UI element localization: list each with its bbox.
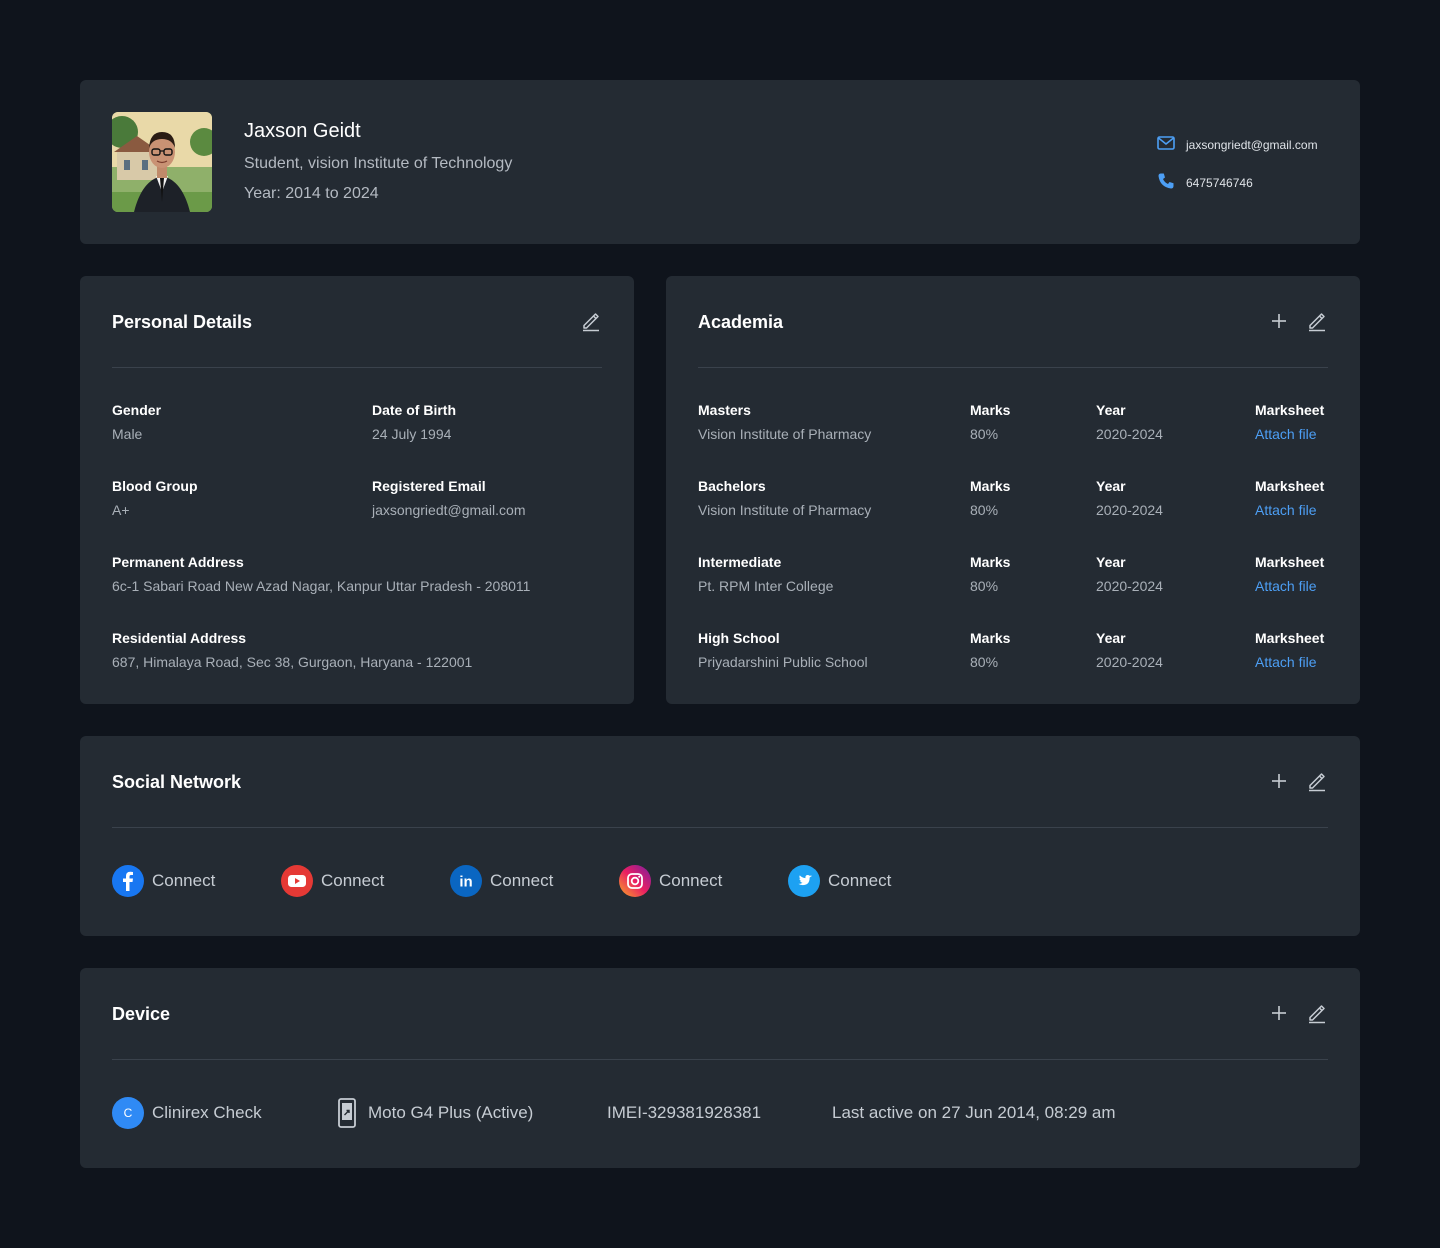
academia-school: Vision Institute of Pharmacy [698,426,872,442]
dob-label: Date of Birth [372,402,456,418]
permanent-address-value: 6c-1 Sabari Road New Azad Nagar, Kanpur … [112,578,531,594]
youtube-icon [281,865,313,897]
avatar [112,112,212,212]
marksheet-label: Marksheet [1255,630,1325,646]
device-last-active: Last active on 27 Jun 2014, 08:29 am [832,1103,1116,1122]
attach-file-link[interactable]: Attach file [1255,426,1316,442]
profile-year: Year: 2014 to 2024 [244,185,379,202]
profile-name: Jaxson Geidt [244,120,361,142]
academia-title: Academia [698,312,784,332]
device-imei: IMEI-329381928381 [607,1103,762,1122]
attach-file-link[interactable]: Attach file [1255,578,1316,594]
device-app-name: Clinirex Check [152,1103,262,1122]
device-phone: Moto G4 Plus (Active) [334,1097,533,1129]
social-network-card: Social Network Connect Connect in Connec… [80,736,1360,936]
marks-label: Marks [970,478,1011,494]
academia-level: Intermediate [698,554,782,570]
residential-address-label: Residential Address [112,630,247,646]
contact-phone[interactable]: 6475746746 [1156,171,1253,194]
add-icon[interactable] [1268,310,1290,332]
year-label: Year [1096,554,1126,570]
phone-icon [1156,171,1176,194]
attach-file-link[interactable]: Attach file [1255,654,1316,670]
permanent-address-label: Permanent Address [112,554,244,570]
residential-address-value: 687, Himalaya Road, Sec 38, Gurgaon, Har… [112,654,473,670]
add-icon[interactable] [1268,770,1290,792]
device-title: Device [112,1004,171,1024]
marks-value: 80% [970,502,999,518]
personal-details-card: Personal Details Gender Male Date of Bir… [80,276,634,704]
marks-label: Marks [970,554,1011,570]
contact-email-text: jaxsongriedt@gmail.com [1186,137,1318,152]
marks-value: 80% [970,654,999,670]
mail-icon [1156,133,1176,156]
connect-label: Connect [828,871,892,890]
linkedin-icon: in [450,865,482,897]
registered-email-label: Registered Email [372,478,486,494]
twitter-icon [788,865,820,897]
marksheet-label: Marksheet [1255,554,1325,570]
gender-label: Gender [112,402,162,418]
profile-card: Jaxson Geidt Student, vision Institute o… [80,80,1360,244]
academia-school: Priyadarshini Public School [698,654,868,670]
marks-value: 80% [970,578,999,594]
year-value: 2020-2024 [1096,426,1163,442]
facebook-connect-button[interactable]: Connect [112,865,215,897]
marks-value: 80% [970,426,999,442]
academia-card: Academia Masters Vision Institute of Pha… [666,276,1360,704]
device-app: C Clinirex Check [112,1097,262,1129]
year-value: 2020-2024 [1096,654,1163,670]
year-value: 2020-2024 [1096,578,1163,594]
add-icon[interactable] [1268,1002,1290,1024]
edit-icon[interactable] [580,310,602,332]
blood-group-label: Blood Group [112,478,198,494]
app-initial-badge: C [112,1097,144,1129]
divider [112,1059,1328,1060]
dob-value: 24 July 1994 [372,426,452,442]
year-label: Year [1096,478,1126,494]
mobile-phone-icon [334,1097,360,1129]
contact-email[interactable]: jaxsongriedt@gmail.com [1156,133,1318,156]
svg-text:in: in [459,874,472,891]
youtube-connect-button[interactable]: Connect [281,865,384,897]
marksheet-label: Marksheet [1255,478,1325,494]
blood-group-value: A+ [112,502,130,518]
device-card: Device C Clinirex Check Moto G4 Plus (Ac… [80,968,1360,1168]
profile-subtitle: Student, vision Institute of Technology [244,155,513,172]
connect-label: Connect [152,871,216,890]
instagram-connect-button[interactable]: Connect [619,865,722,897]
academia-level: High School [698,630,780,646]
social-network-title: Social Network [112,772,242,792]
divider [698,367,1328,368]
attach-file-link[interactable]: Attach file [1255,502,1316,518]
twitter-connect-button[interactable]: Connect [788,865,891,897]
academia-level: Masters [698,402,751,418]
device-model: Moto G4 Plus (Active) [368,1103,534,1122]
year-value: 2020-2024 [1096,502,1163,518]
academia-school: Pt. RPM Inter College [698,578,834,594]
marks-label: Marks [970,402,1011,418]
personal-details-title: Personal Details [112,312,253,332]
edit-icon[interactable] [1306,770,1328,792]
connect-label: Connect [659,871,723,890]
divider [112,827,1328,828]
marks-label: Marks [970,630,1011,646]
instagram-icon [619,865,651,897]
linkedin-connect-button[interactable]: in Connect [450,865,553,897]
contact-phone-text: 6475746746 [1186,175,1253,190]
registered-email-value: jaxsongriedt@gmail.com [372,502,526,518]
academia-level: Bachelors [698,478,766,494]
year-label: Year [1096,630,1126,646]
gender-value: Male [112,426,143,442]
facebook-icon [112,865,144,897]
connect-label: Connect [321,871,385,890]
academia-school: Vision Institute of Pharmacy [698,502,872,518]
marksheet-label: Marksheet [1255,402,1325,418]
edit-icon[interactable] [1306,1002,1328,1024]
edit-icon[interactable] [1306,310,1328,332]
year-label: Year [1096,402,1126,418]
divider [112,367,602,368]
connect-label: Connect [490,871,554,890]
